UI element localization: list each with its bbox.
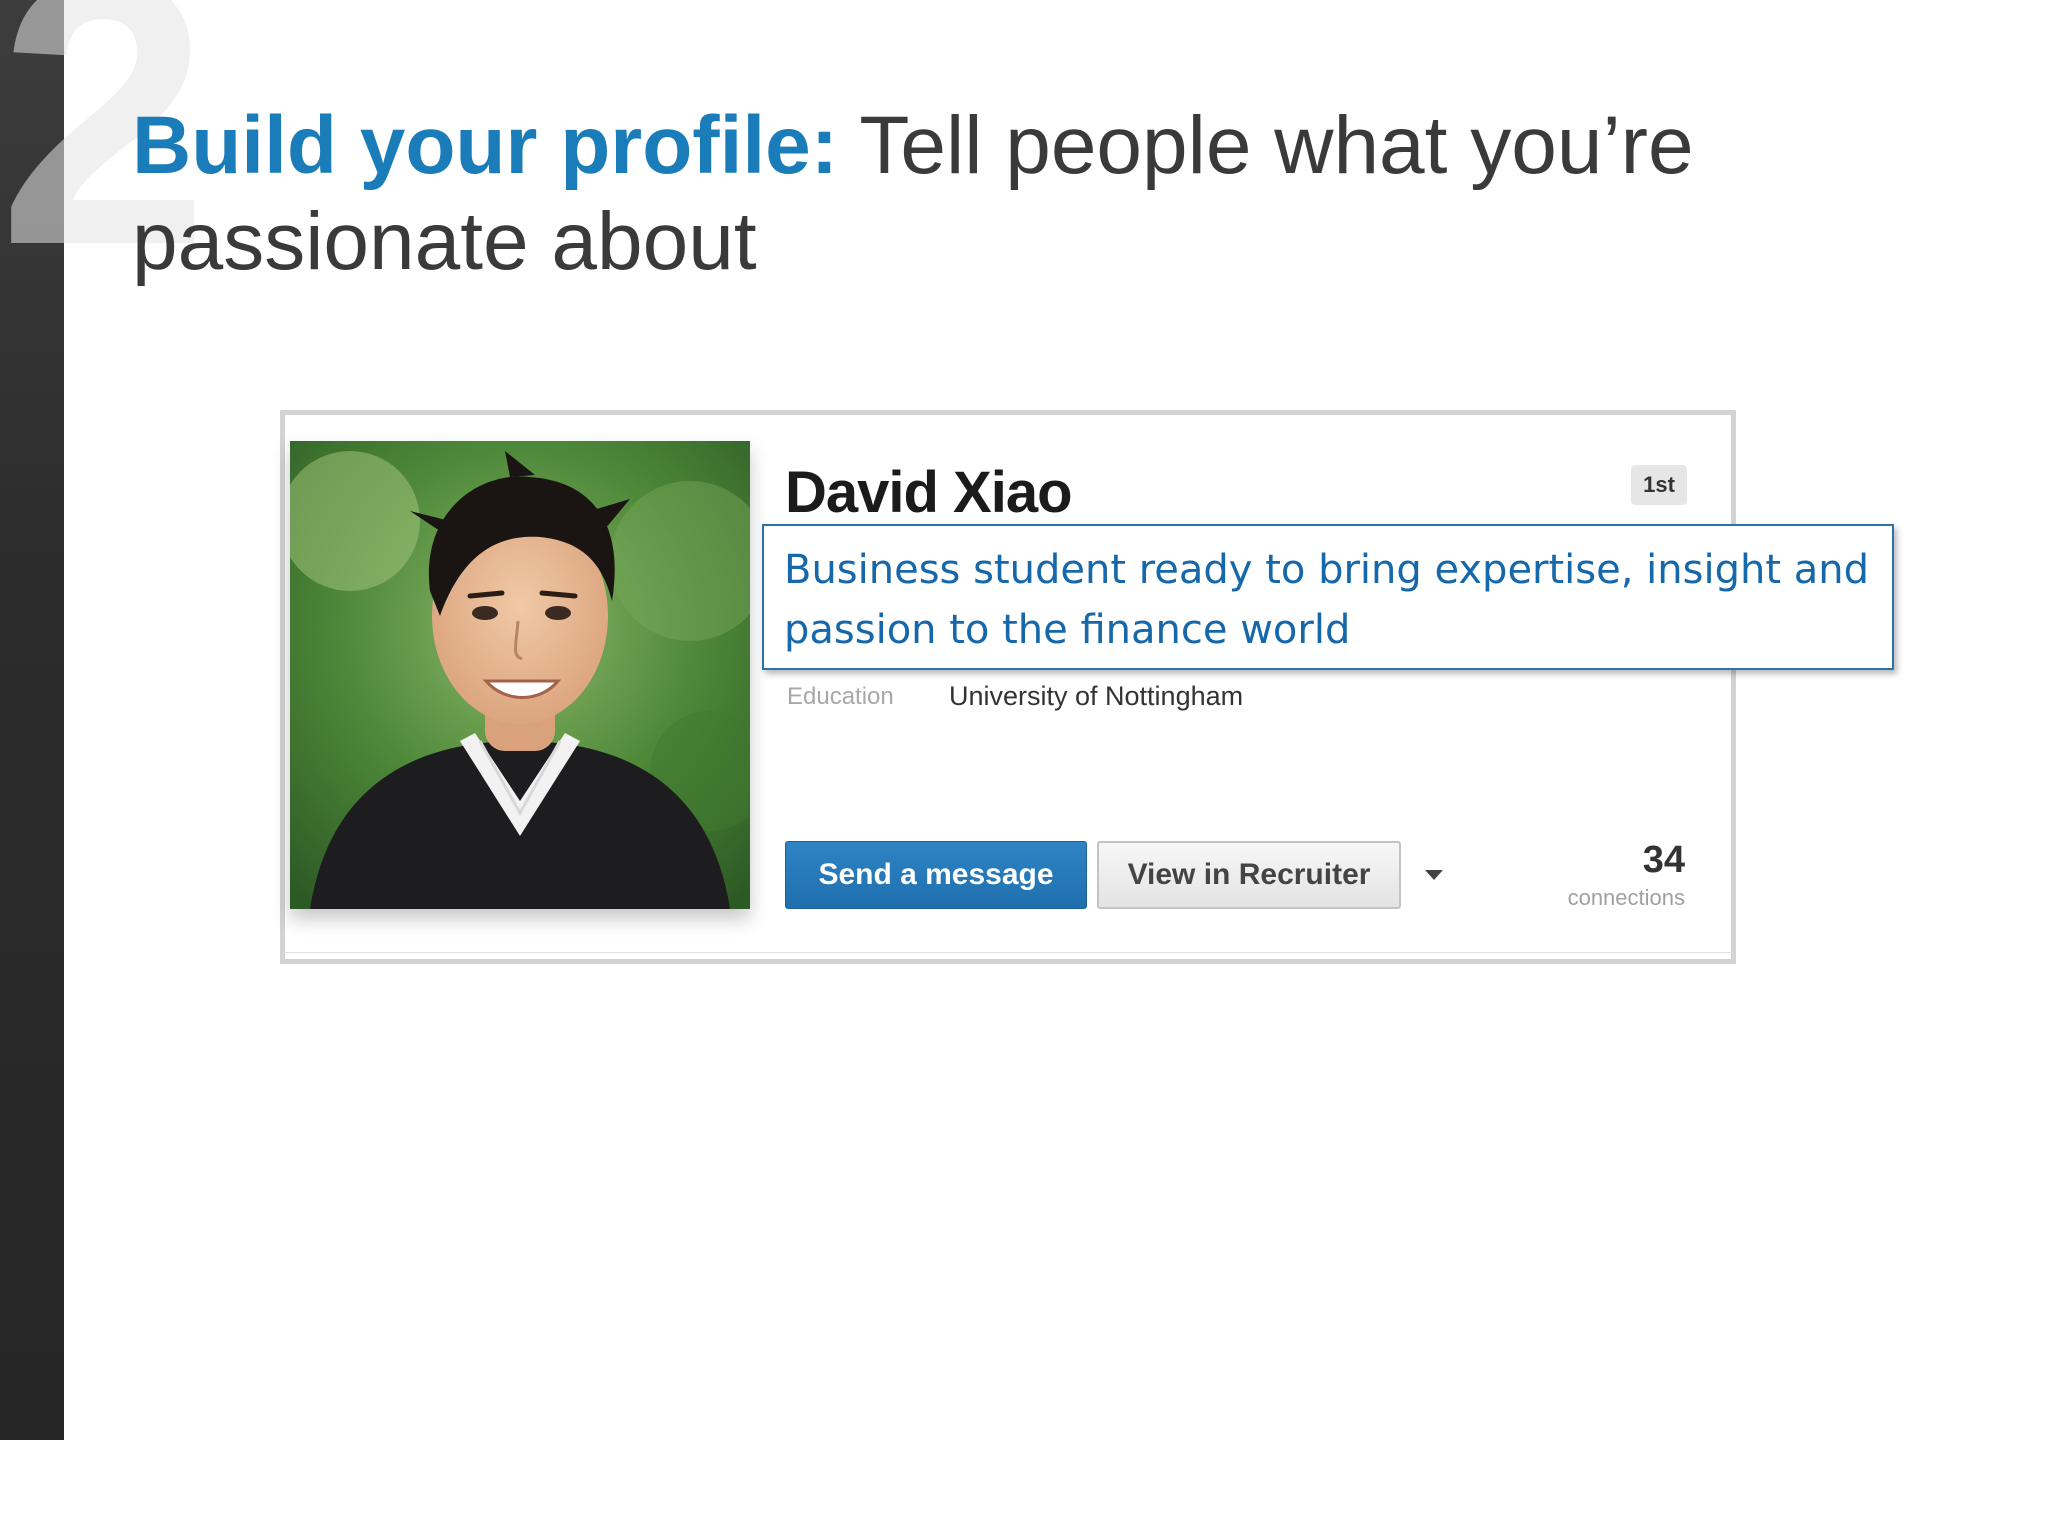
slide-title: Build your profile: Tell people what you… [132, 98, 1732, 290]
connection-degree-badge: 1st [1631, 465, 1687, 505]
profile-photo-image [290, 441, 750, 909]
chevron-down-icon[interactable] [1425, 870, 1443, 880]
education-value[interactable]: University of Nottingham [949, 681, 1243, 712]
profile-name[interactable]: David Xiao [785, 459, 1073, 526]
view-in-recruiter-button[interactable]: View in Recruiter [1097, 841, 1401, 909]
connections-label: connections [1567, 885, 1685, 910]
headline-callout: Business student ready to bring expertis… [762, 524, 1894, 670]
education-label: Education [787, 683, 894, 710]
send-message-button[interactable]: Send a message [785, 841, 1087, 909]
headline-callout-text: Business student ready to bring expertis… [784, 547, 1869, 653]
profile-photo [290, 441, 750, 909]
profile-card: David Xiao 1st Education University of N… [280, 410, 1736, 964]
connections-count[interactable]: 34 [1545, 839, 1685, 882]
card-footer-divider [285, 952, 1731, 959]
slide-title-accent: Build your profile: [132, 100, 839, 191]
